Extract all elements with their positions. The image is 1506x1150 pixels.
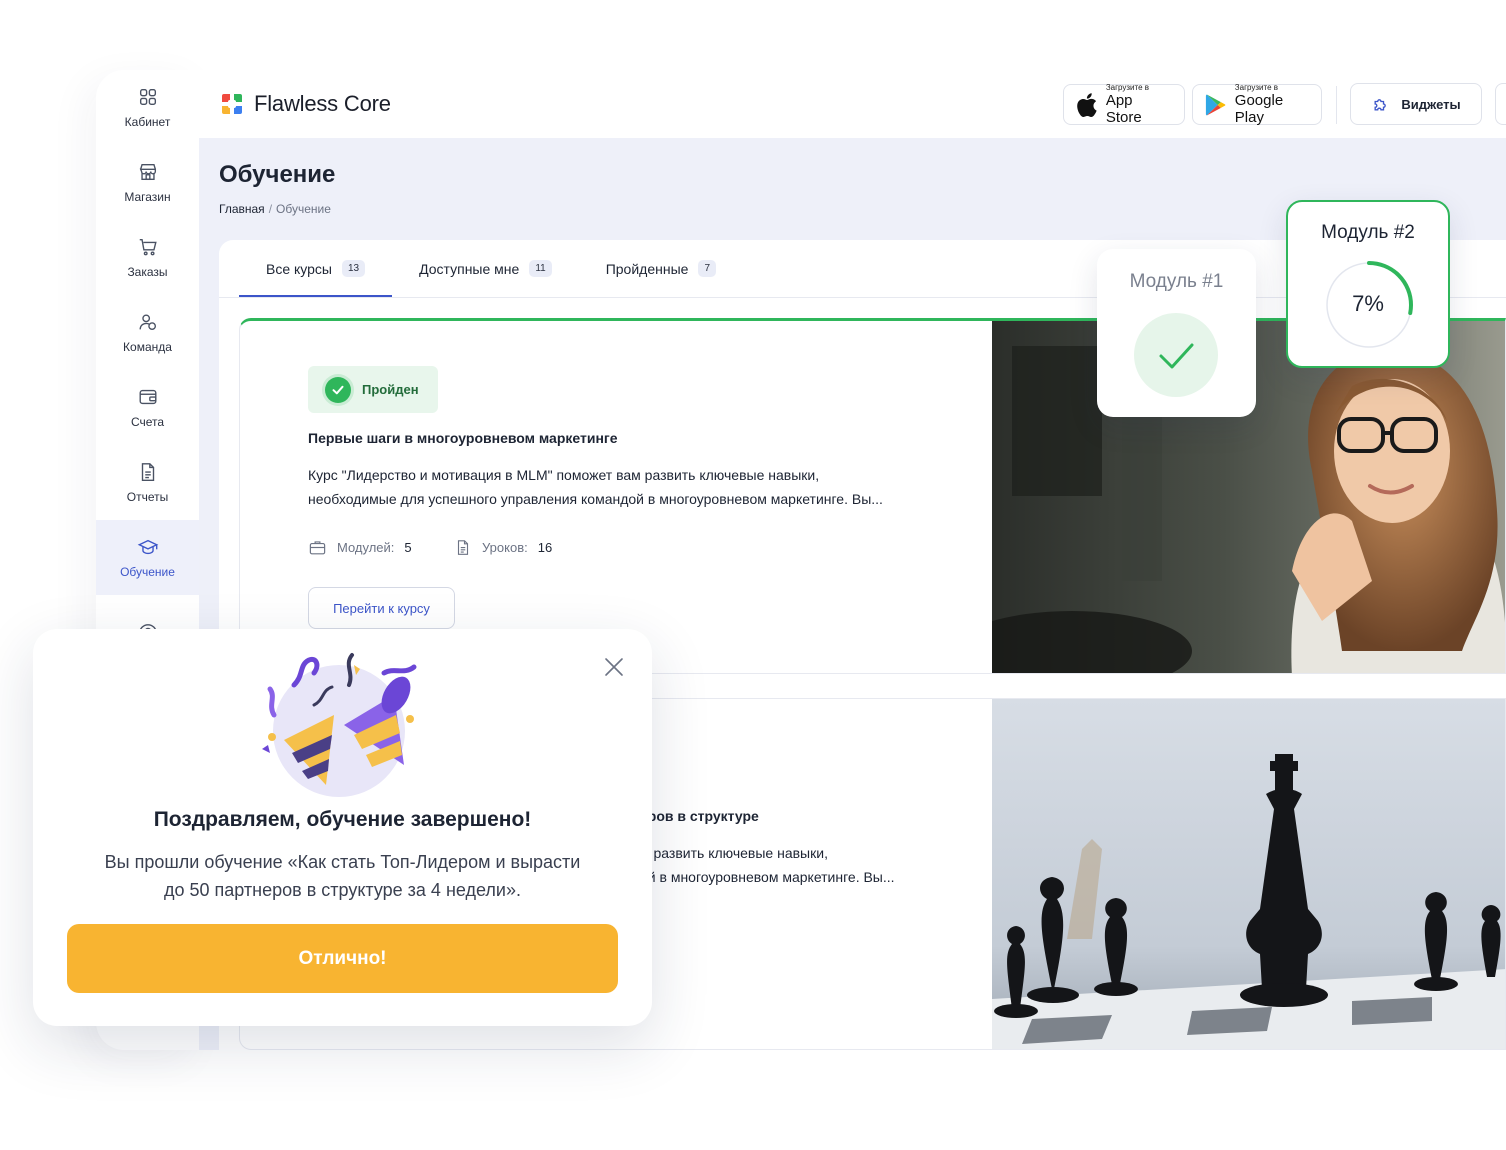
header-divider [1336,86,1337,124]
module-card-1: Модуль #1 [1097,249,1256,417]
tab-count-badge: 11 [529,260,552,277]
sidebar-item-accounts[interactable]: Счета [96,370,199,445]
course-title: еров в структуре [640,808,759,824]
course-tabs: Все курсы 13 Доступные мне 11 Пройденные… [239,240,743,297]
cart-icon [139,238,157,256]
sidebar-item-learning[interactable]: Обучение [96,520,199,595]
tab-completed[interactable]: Пройденные 7 [579,240,743,297]
tab-label: Все курсы [266,260,332,277]
module-title: Модуль #1 [1129,271,1224,292]
breadcrumb-separator: / [268,202,273,216]
module-card-2: Модуль #2 7% [1286,200,1450,368]
course-description: м развить ключевые навыки, ой в многоуро… [640,841,980,889]
party-popper-icon [262,653,417,797]
app-store-label: App Store [1105,92,1142,126]
course-title: Первые шаги в многоуровневом маркетинге [308,430,618,446]
go-to-course-button[interactable]: Перейти к курсу [308,587,455,629]
app-store-caption: Загрузите в [1105,83,1150,92]
tab-label: Доступные мне [419,260,520,277]
logo-icon [222,94,242,114]
sidebar-item-label: Команда [123,340,172,354]
report-icon [141,463,154,481]
lessons-count: Уроков: 16 [454,538,552,557]
sidebar-item-team[interactable]: Команда [96,295,199,370]
breadcrumb: Главная / Обучение [219,202,331,216]
sidebar-item-store[interactable]: Магазин [96,145,199,220]
app-name: Flawless Core [254,91,391,116]
modules-value: 5 [404,540,412,555]
app-store-button[interactable]: Загрузите в App Store [1063,83,1185,126]
modal-message-line: до 50 партнеров в структуре за 4 недели»… [164,880,521,900]
page-title: Обучение [219,161,336,188]
sidebar-item-reports[interactable]: Отчеты [96,445,199,520]
sidebar-item-label: Магазин [124,190,171,204]
progress-label: 7% [1352,291,1384,316]
close-icon[interactable] [604,657,624,677]
course-description-line: необходимые для успешного управления ком… [308,491,883,507]
course-description-line: м развить ключевые навыки, [640,845,828,861]
modal-title: Поздравляем, обучение завершено! [153,808,532,831]
team-icon [139,314,156,331]
top-bar: Flawless Core Загрузите в App Store Загр… [199,70,1506,138]
google-play-caption: Загрузите в [1234,83,1278,92]
widgets-label: Виджеты [1401,96,1461,112]
document-icon [457,540,469,555]
status-badge: Пройден [308,366,438,413]
sidebar-item-orders[interactable]: Заказы [96,220,199,295]
google-play-icon [1205,94,1226,115]
breadcrumb-current: Обучение [276,202,331,216]
briefcase-icon [309,541,326,555]
sidebar-item-label: Обучение [120,565,175,579]
modules-label: Модулей: [337,540,395,555]
course-description-line: Курс "Лидерство и мотивация в MLM" помож… [308,467,820,483]
tab-label: Пройденные [605,260,689,277]
tab-available[interactable]: Доступные мне 11 [392,240,579,297]
course-card: Пройден Первые шаги в многоуровневом мар… [239,318,1506,674]
sidebar-item-label: Заказы [127,265,168,279]
sidebar-item-label: Счета [130,415,165,429]
status-label: Пройден [362,382,419,397]
header-extra-button[interactable] [1495,83,1506,125]
course-description-line: ой в многоуровневом маркетинге. Вы... [640,869,895,885]
sidebar-item-label: Кабинет [124,115,171,129]
modal-message-line: Вы прошли обучение «Как стать Топ-Лидеро… [104,852,581,872]
tab-all-courses[interactable]: Все курсы 13 [239,240,393,297]
check-circle-icon [1134,313,1218,397]
course-image [992,699,1505,1049]
check-icon [325,376,351,403]
tab-count-badge: 7 [698,260,716,277]
great-button[interactable]: Отлично! [67,924,618,993]
completion-modal: Поздравляем, обучение завершено! Вы прош… [33,629,652,1026]
module-title: Модуль #2 [1321,222,1415,243]
modal-message: Вы прошли обучение «Как стать Топ-Лидеро… [93,848,592,904]
sidebar-item-label: Отчеты [126,490,169,504]
breadcrumb-home[interactable]: Главная [219,202,265,216]
google-play-button[interactable]: Загрузите в Google Play [1192,83,1322,126]
puzzle-icon [1374,99,1387,111]
course-description: Курс "Лидерство и мотивация в MLM" помож… [308,463,928,511]
apple-icon [1077,92,1097,117]
widgets-button[interactable]: Виджеты [1350,83,1482,125]
app-screen: Кабинет Магазин Заказы Команда Счета Отч… [0,0,1506,1150]
wallet-icon [139,389,156,405]
app-logo[interactable]: Flawless Core [219,91,391,117]
grid-icon [139,88,156,106]
store-icon [139,163,156,181]
tab-count-badge: 13 [342,260,366,277]
google-play-label: Google Play [1234,92,1284,126]
modules-count: Модулей: 5 [308,538,412,557]
sidebar-item-cabinet[interactable]: Кабинет [96,70,199,145]
lessons-value: 16 [537,540,553,555]
graduation-cap-icon [137,539,158,555]
lessons-label: Уроков: [482,540,528,555]
